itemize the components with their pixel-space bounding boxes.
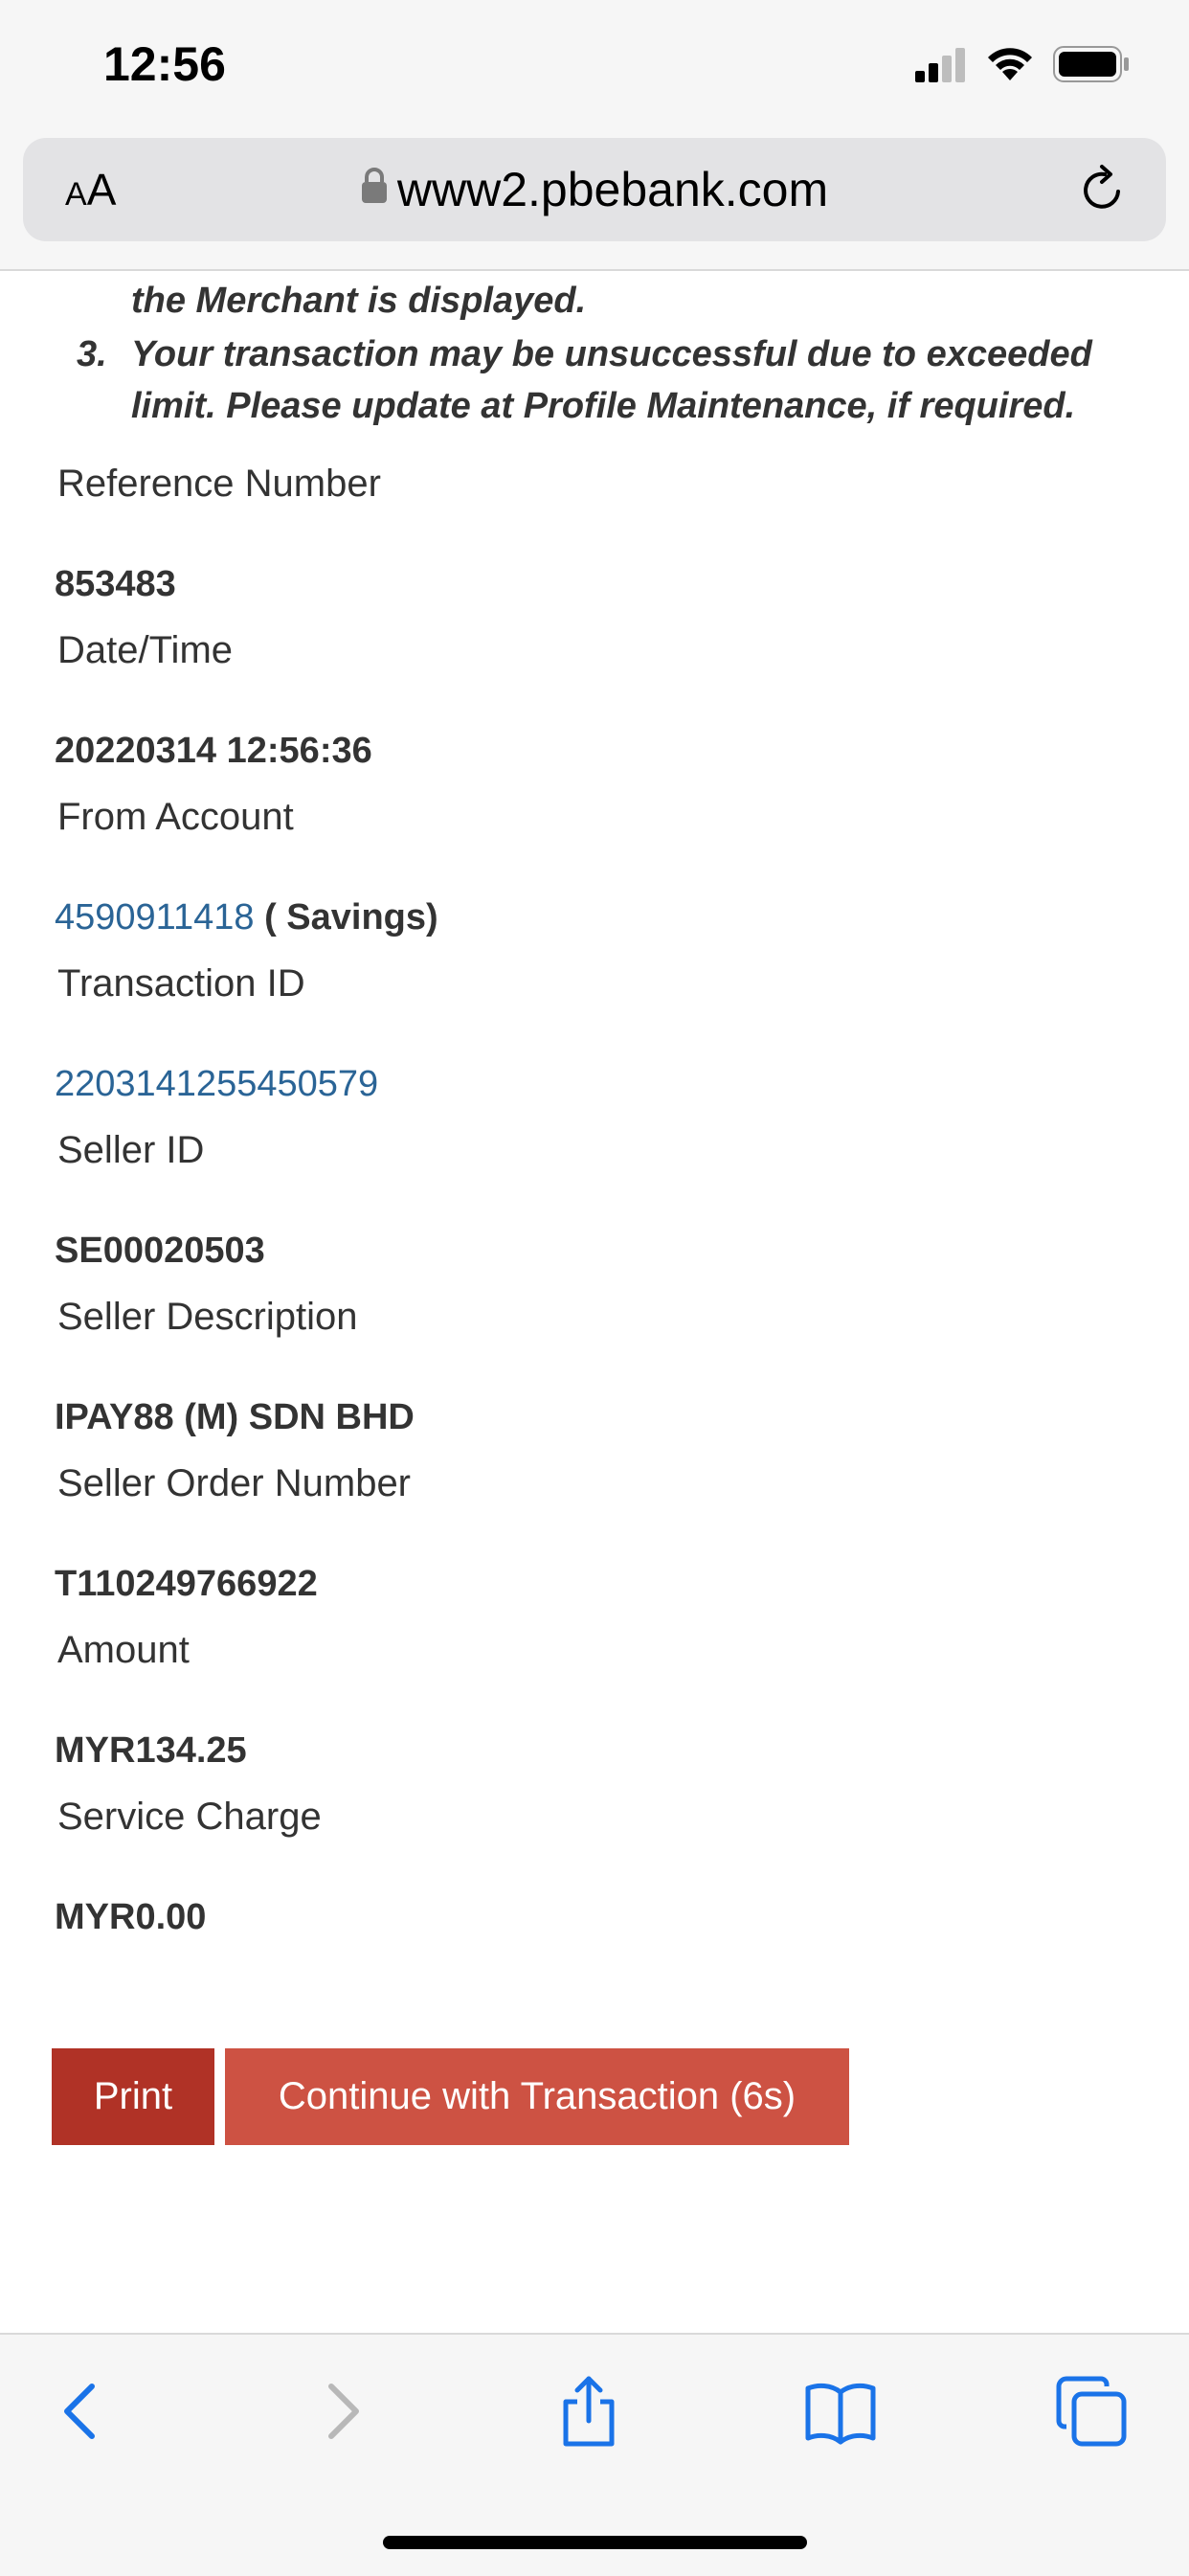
browser-top-bar: 12:56 AA www2.pbebank.com bbox=[0, 0, 1189, 271]
transaction-id-label: Transaction ID bbox=[57, 962, 305, 1005]
seller-id-value: SE00020503 bbox=[55, 1231, 265, 1271]
date-time-label: Date/Time bbox=[57, 629, 234, 671]
service-charge-value: MYR0.00 bbox=[55, 1897, 207, 1937]
forward-icon[interactable] bbox=[303, 2373, 379, 2450]
seller-id-label: Seller ID bbox=[57, 1129, 205, 1171]
note-line: the Merchant is displayed. bbox=[131, 281, 587, 321]
print-button[interactable]: Print bbox=[52, 2048, 214, 2145]
share-icon[interactable] bbox=[550, 2373, 627, 2450]
account-type: ( Savings) bbox=[254, 897, 438, 938]
seller-description-value: IPAY88 (M) SDN BHD bbox=[55, 1397, 415, 1437]
note-number: 3. bbox=[77, 334, 107, 374]
home-indicator[interactable] bbox=[383, 2536, 807, 2549]
seller-description-label: Seller Description bbox=[57, 1296, 358, 1338]
tabs-icon[interactable] bbox=[1053, 2373, 1130, 2450]
transaction-id-link[interactable]: 2203141255450579 bbox=[55, 1064, 378, 1104]
from-account-value: 4590911418 ( Savings) bbox=[55, 897, 438, 938]
service-charge-label: Service Charge bbox=[57, 1796, 322, 1838]
note-line: Your transaction may be unsuccessful due… bbox=[131, 334, 1092, 374]
reload-icon[interactable] bbox=[1076, 163, 1130, 216]
url-display[interactable]: www2.pbebank.com bbox=[23, 161, 1166, 218]
status-time: 12:56 bbox=[103, 37, 226, 91]
cellular-signal-icon bbox=[915, 48, 965, 82]
date-time-value: 20220314 12:56:36 bbox=[55, 731, 372, 771]
wifi-icon bbox=[988, 48, 1032, 80]
reference-number-label: Reference Number bbox=[57, 463, 381, 505]
seller-order-number-label: Seller Order Number bbox=[57, 1462, 412, 1504]
continue-transaction-button[interactable]: Continue with Transaction (6s) bbox=[225, 2048, 849, 2145]
url-text: www2.pbebank.com bbox=[396, 163, 829, 216]
account-number-link[interactable]: 4590911418 bbox=[55, 897, 255, 938]
note-line: limit. Please update at Profile Maintena… bbox=[131, 386, 1076, 426]
from-account-label: From Account bbox=[57, 796, 294, 838]
bookmarks-icon[interactable] bbox=[802, 2373, 879, 2450]
address-bar[interactable]: AA www2.pbebank.com bbox=[23, 138, 1166, 241]
back-icon[interactable] bbox=[44, 2373, 121, 2450]
amount-label: Amount bbox=[57, 1629, 190, 1671]
lock-icon bbox=[361, 168, 387, 203]
seller-order-number-value: T110249766922 bbox=[55, 1564, 318, 1604]
reference-number-value: 853483 bbox=[55, 564, 176, 604]
battery-icon bbox=[1053, 46, 1129, 82]
amount-value: MYR134.25 bbox=[55, 1730, 247, 1771]
transaction-id-value: 2203141255450579 bbox=[55, 1064, 378, 1105]
